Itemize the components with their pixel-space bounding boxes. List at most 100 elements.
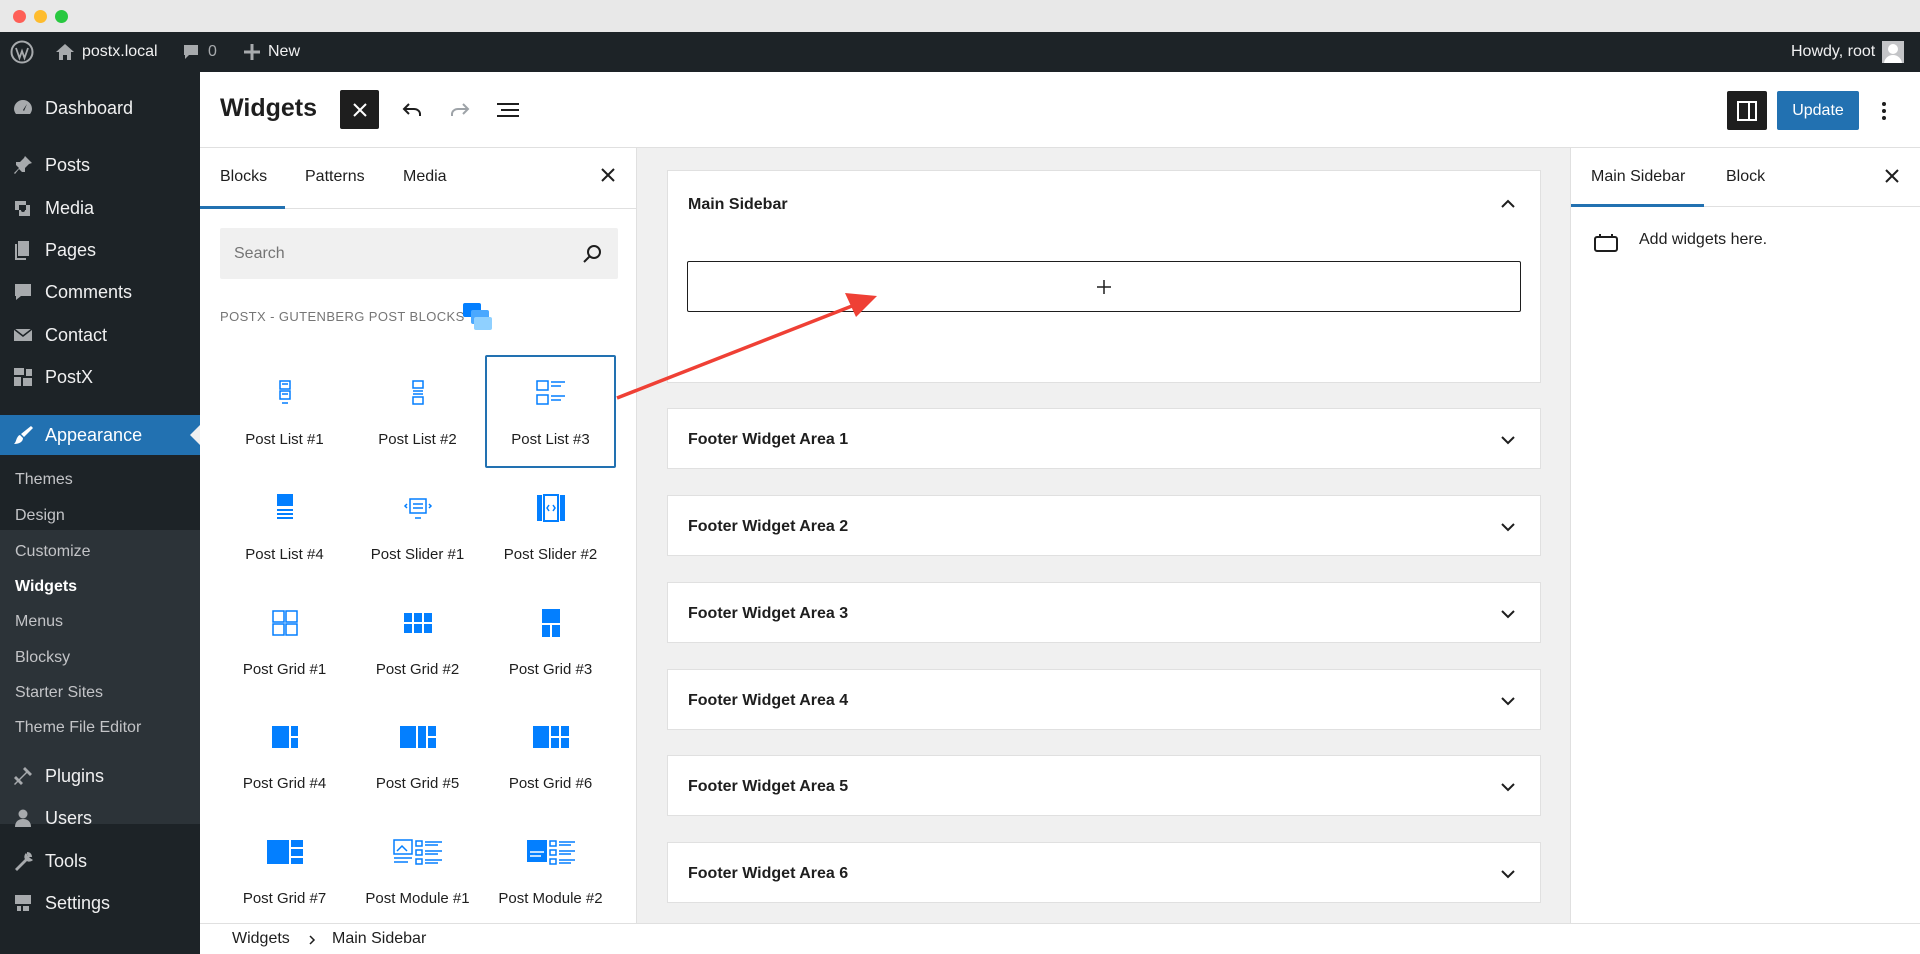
menu-item-pages[interactable]: Pages (0, 230, 200, 270)
block-post-list-1[interactable]: Post List #1 (219, 355, 350, 468)
tab-blocks[interactable]: Blocks (220, 168, 267, 186)
close-inserter-button[interactable] (340, 90, 379, 129)
chevron-down-icon[interactable] (1500, 781, 1516, 793)
undo-button[interactable] (392, 90, 431, 129)
menu-item-contact[interactable]: Contact (0, 315, 200, 355)
pages-icon (15, 241, 29, 260)
search-icon (583, 245, 601, 263)
menu-item-settings[interactable]: Settings (0, 883, 200, 923)
menu-item-dashboard[interactable]: Dashboard (0, 88, 200, 128)
block-post-grid-4[interactable]: Post Grid #4 (219, 699, 350, 812)
widget-area-footer-5[interactable]: Footer Widget Area 5 (667, 755, 1541, 816)
submenu-starter-sites[interactable]: Starter Sites (15, 684, 103, 702)
submenu-design[interactable]: Design (15, 507, 65, 525)
menu-item-tools[interactable]: Tools (0, 841, 200, 881)
block-post-module-1[interactable]: Post Module #1 (352, 814, 483, 923)
menu-item-media[interactable]: Media (0, 188, 200, 228)
menu-item-postx[interactable]: PostX (0, 357, 200, 397)
new-content-link[interactable]: New (243, 32, 300, 72)
block-post-grid-3[interactable]: Post Grid #3 (485, 585, 616, 698)
block-post-list-2[interactable]: Post List #2 (352, 355, 483, 468)
grid-icon (403, 613, 432, 633)
settings-icon (15, 895, 31, 911)
widget-area-title[interactable]: Main Sidebar (688, 196, 788, 214)
add-block-button[interactable] (687, 261, 1521, 312)
tab-patterns[interactable]: Patterns (305, 168, 365, 186)
slider-icon (403, 498, 432, 519)
widget-area-title: Footer Widget Area 6 (688, 865, 849, 882)
mail-icon (13, 328, 33, 341)
block-post-slider-2[interactable]: Post Slider #2 (485, 470, 616, 583)
undo-icon (402, 102, 421, 116)
submenu-customize[interactable]: Customize (15, 543, 91, 561)
minimize-window-button[interactable] (34, 10, 47, 23)
tab-block[interactable]: Block (1726, 168, 1765, 186)
block-post-grid-1[interactable]: Post Grid #1 (219, 585, 350, 698)
submenu-menus[interactable]: Menus (15, 613, 63, 631)
widget-area-footer-3[interactable]: Footer Widget Area 3 (667, 582, 1541, 643)
block-post-grid-7[interactable]: Post Grid #7 (219, 814, 350, 923)
submenu-blocksy[interactable]: Blocksy (15, 649, 70, 667)
submenu-theme-file-editor[interactable]: Theme File Editor (15, 719, 141, 737)
widget-area-footer-2[interactable]: Footer Widget Area 2 (667, 495, 1541, 556)
more-vertical-icon (1882, 101, 1886, 120)
close-settings-button[interactable] (1884, 168, 1900, 189)
chevron-down-icon[interactable] (1500, 695, 1516, 707)
grid-icon (532, 726, 569, 748)
grid-icon (399, 726, 436, 748)
widget-area-footer-6[interactable]: Footer Widget Area 6 (667, 842, 1541, 903)
window-titlebar (0, 0, 1920, 32)
block-post-grid-2[interactable]: Post Grid #2 (352, 585, 483, 698)
breadcrumb-widgets[interactable]: Widgets (232, 930, 290, 948)
chevron-down-icon[interactable] (1500, 608, 1516, 620)
block-post-list-3[interactable]: Post List #3 (485, 355, 616, 468)
post-list-icon (278, 380, 291, 404)
menu-item-plugins[interactable]: Plugins (0, 756, 200, 796)
options-button[interactable] (1869, 91, 1899, 130)
menu-item-users[interactable]: Users (0, 798, 200, 838)
settings-sidebar-toggle[interactable] (1727, 91, 1767, 130)
widget-area-title: Footer Widget Area 2 (688, 518, 849, 535)
chevron-down-icon[interactable] (1500, 521, 1516, 533)
widget-area-footer-4[interactable]: Footer Widget Area 4 (667, 669, 1541, 730)
maximize-window-button[interactable] (55, 10, 68, 23)
block-post-list-4[interactable]: Post List #4 (219, 470, 350, 583)
block-post-grid-6[interactable]: Post Grid #6 (485, 699, 616, 812)
redo-button[interactable] (440, 90, 479, 129)
chevron-up-icon[interactable] (1500, 198, 1516, 210)
block-post-module-2[interactable]: Post Module #2 (485, 814, 616, 923)
menu-item-appearance[interactable]: Appearance (0, 415, 200, 455)
my-account-link[interactable]: Howdy, root (1791, 32, 1905, 72)
block-search (220, 228, 618, 279)
breadcrumb-main-sidebar[interactable]: Main Sidebar (332, 930, 426, 948)
search-input[interactable] (220, 228, 560, 279)
menu-item-comments[interactable]: Comments (0, 272, 200, 312)
update-button[interactable]: Update (1777, 91, 1859, 130)
submenu-themes[interactable]: Themes (15, 471, 73, 489)
settings-sidebar: Main Sidebar Block Add widgets here. (1570, 148, 1920, 923)
close-tabs-button[interactable] (600, 167, 616, 188)
chevron-right-icon (309, 935, 316, 945)
tab-media[interactable]: Media (403, 168, 447, 186)
chevron-down-icon[interactable] (1500, 868, 1516, 880)
home-icon (56, 44, 74, 60)
list-view-button[interactable] (488, 90, 527, 129)
dashboard-icon (14, 100, 32, 114)
comments-link[interactable]: 0 (181, 32, 217, 72)
widget-area-main-sidebar: Main Sidebar (667, 170, 1541, 383)
widget-area-footer-1[interactable]: Footer Widget Area 1 (667, 408, 1541, 469)
wordpress-logo-button[interactable] (10, 32, 34, 72)
widget-area-title: Footer Widget Area 3 (688, 605, 849, 622)
grid-icon (271, 610, 298, 636)
block-post-grid-5[interactable]: Post Grid #5 (352, 699, 483, 812)
post-list-icon (411, 380, 424, 405)
submenu-widgets[interactable]: Widgets (15, 578, 77, 596)
chevron-down-icon[interactable] (1500, 434, 1516, 446)
tab-main-sidebar[interactable]: Main Sidebar (1591, 168, 1685, 186)
close-window-button[interactable] (13, 10, 26, 23)
redo-icon (450, 102, 469, 116)
block-post-slider-1[interactable]: Post Slider #1 (352, 470, 483, 583)
post-list-icon (276, 494, 293, 519)
site-name-link[interactable]: postx.local (55, 32, 158, 72)
menu-item-posts[interactable]: Posts (0, 145, 200, 185)
